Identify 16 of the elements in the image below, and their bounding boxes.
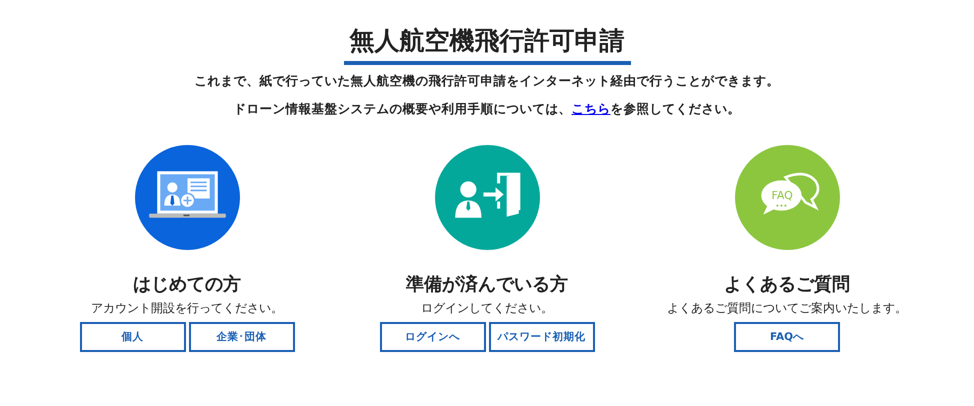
info-text: ドローン情報基盤システムの概要や利用手順については、こちら を参照してください。: [234, 100, 740, 118]
section-subtitle: ログインしてください。: [421, 300, 553, 317]
section-title: はじめての方: [133, 273, 241, 297]
intro-text: これまで、紙で行っていた無人航空機の飛行許可申請をインターネット経由で行うことができます。: [194, 72, 780, 90]
section-title: よくあるご質問: [724, 273, 850, 297]
link-button[interactable]: ログインへ: [380, 322, 486, 352]
link-button[interactable]: FAQへ: [734, 322, 840, 352]
link[interactable]: こちら: [572, 101, 610, 116]
section-title: 準備が済んでいる方: [406, 273, 568, 297]
section-subtitle: アカウント開設を行ってください。: [91, 300, 283, 317]
link-button[interactable]: 個人: [80, 322, 186, 352]
link-button[interactable]: 企業･団体: [188, 322, 294, 352]
link-button[interactable]: パスワード初期化: [488, 322, 594, 352]
page-heading: 無人航空機飛行許可申請: [344, 24, 630, 65]
icon-label: FAQ: [772, 189, 793, 202]
section-subtitle: よくあるご質問についてご案内いたします。: [667, 300, 907, 317]
